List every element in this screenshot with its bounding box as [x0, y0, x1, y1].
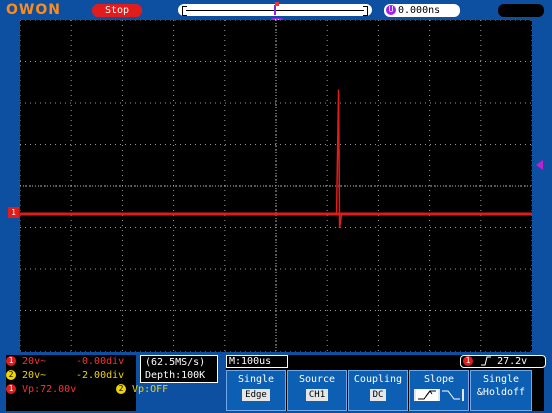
run-status-badge: Stop [92, 4, 142, 17]
trigger-source-icon: 1 [463, 356, 473, 366]
softkey-trigger-type-value: Edge [242, 389, 270, 401]
left-bracket-icon [182, 6, 187, 16]
ch1-trace-spike [335, 89, 343, 229]
measure-ch2-value: Vp:OFF [132, 384, 169, 395]
channel-info-panel: 1 20v~ -0.00div 2 20v~ -2.00div 1 Vp:72.… [6, 355, 168, 411]
softkey-source[interactable]: Source CH1 [287, 370, 347, 411]
timebase-readout: M:100us [226, 355, 288, 368]
view-position-indicator [274, 5, 276, 15]
measurement-row: 1 Vp:72.00v 2 Vp:OFF [6, 383, 168, 397]
ch2-offset: -2.00div [76, 370, 125, 381]
brand-logo: OWON [6, 3, 66, 17]
softkey-coupling-value: DC [369, 389, 387, 401]
sample-rate: (62.5MS/s) [145, 357, 206, 368]
rising-edge-icon [481, 356, 492, 366]
softkey-trigger-type[interactable]: Single Edge [226, 370, 286, 411]
graticule [20, 20, 532, 352]
ch2-icon: 2 [6, 370, 16, 380]
waveform-screen [20, 20, 532, 352]
ch2-info-row: 2 20v~ -2.00div [6, 369, 124, 383]
trigger-level-marker-icon[interactable] [536, 160, 543, 170]
horizontal-offset-value: 0.000ns [398, 5, 441, 16]
softkey-mode-value: &Holdoff [476, 387, 526, 398]
horizontal-offset-readout: U 0.000ns [384, 4, 460, 17]
measure-ch1-value: Vp:72.00v [22, 384, 77, 395]
brand-text: OWON [6, 2, 61, 18]
ch1-ground-marker[interactable]: 1 [8, 207, 19, 218]
softkey-source-value: CH1 [305, 389, 329, 401]
softkey-trigger-type-title: Single [237, 374, 275, 385]
measure-ch1-icon: 1 [6, 384, 16, 394]
oscilloscope-display: OWON Stop U U0.000ns 1 1 20v~ -0.00div 2… [0, 0, 552, 413]
softkey-slope[interactable]: Slope [409, 370, 469, 411]
status-indicator [498, 4, 544, 17]
measure-ch2-icon: 2 [116, 384, 126, 394]
softkey-slope-title: Slope [423, 374, 455, 385]
ch1-volts-div: 20v~ [22, 356, 47, 367]
trigger-position-top-icon [275, 2, 279, 6]
right-bracket-icon [363, 6, 368, 16]
trigger-level-value: 27.2v [497, 356, 528, 367]
softkey-mode-title: Single [482, 374, 520, 385]
softkey-coupling[interactable]: Coupling DC [348, 370, 408, 411]
ch2-volts-div: 20v~ [22, 370, 47, 381]
softkey-slope-value [414, 389, 464, 401]
memory-depth: Depth:100K [145, 370, 206, 381]
acquisition-info: (62.5MS/s) Depth:100K [140, 355, 218, 383]
trigger-status-readout: 1 27.2v [460, 355, 546, 368]
softkey-source-title: Source [298, 374, 336, 385]
slope-rising-falling-icon [416, 389, 462, 401]
ch1-icon: 1 [6, 356, 16, 366]
offset-icon: U [386, 5, 396, 15]
softkey-coupling-title: Coupling [353, 374, 403, 385]
ch1-offset: -0.00div [76, 356, 125, 367]
measure-ch2: 2 Vp:OFF [116, 383, 168, 397]
ch1-info-row: 1 20v~ -0.00div [6, 355, 124, 369]
softkey-mode-holdoff[interactable]: Single &Holdoff [470, 370, 532, 411]
